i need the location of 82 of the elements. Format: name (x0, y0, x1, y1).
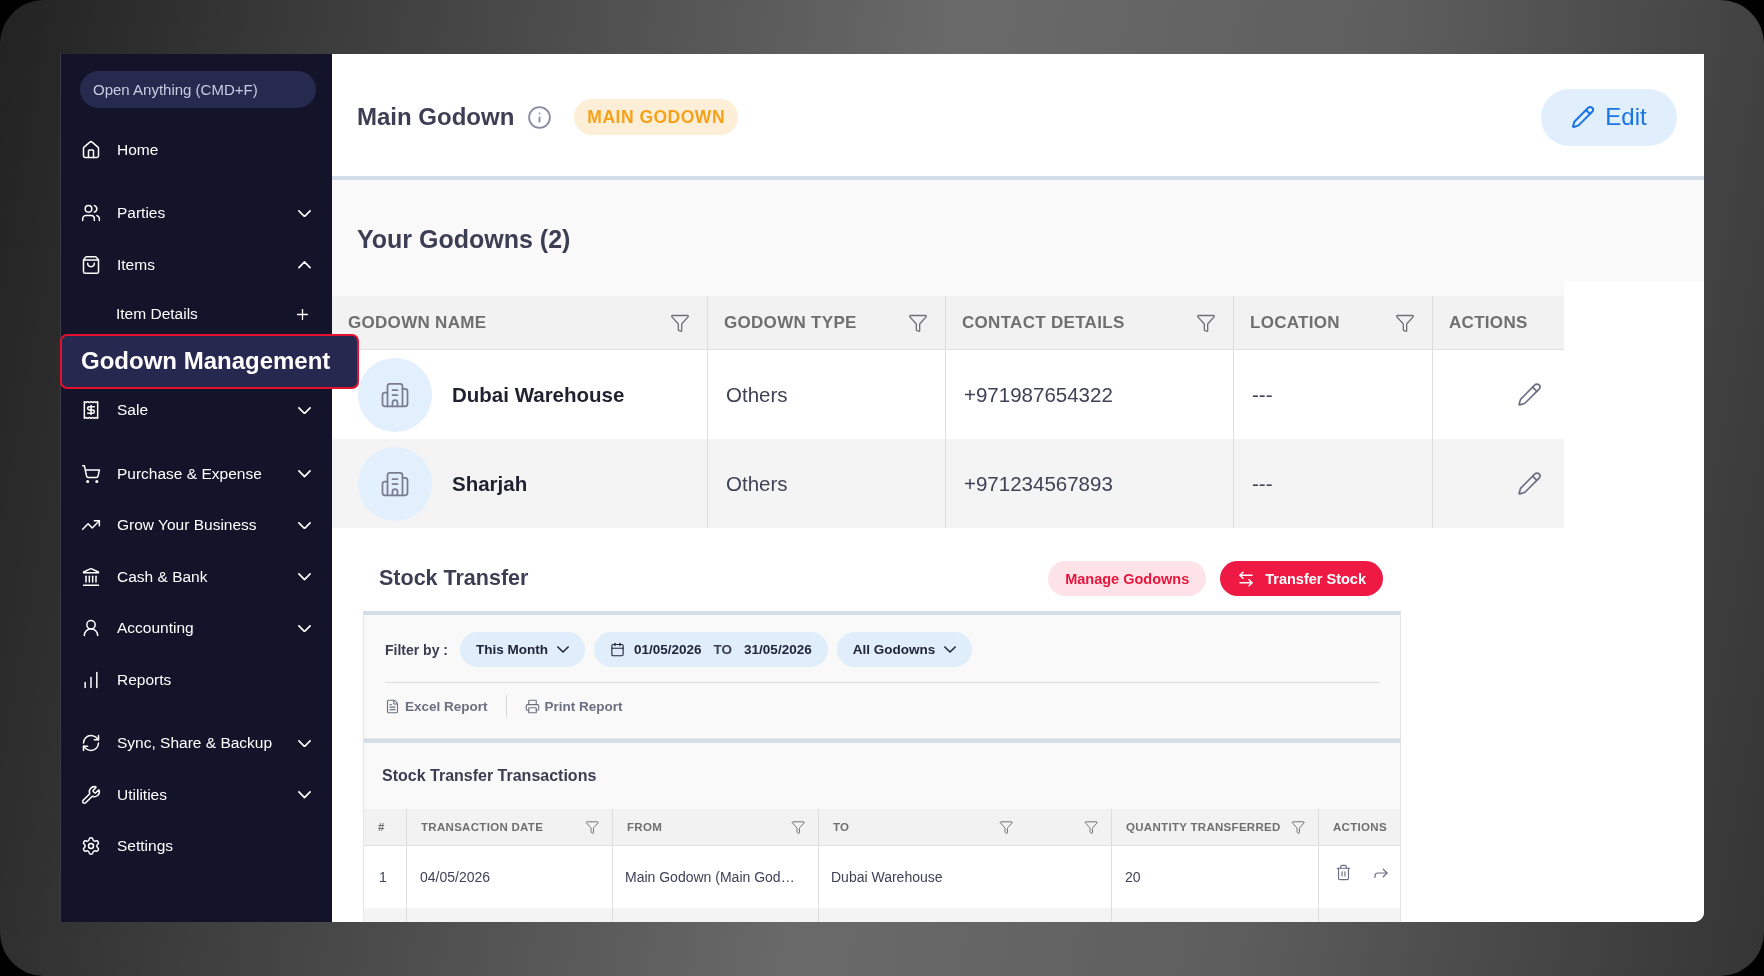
person-icon (81, 618, 101, 639)
search-field[interactable]: Open Anything (CMD+F) (80, 71, 316, 108)
wrench-icon (81, 784, 101, 805)
bag-icon (81, 254, 101, 275)
info-icon[interactable] (527, 104, 553, 130)
table-cell-text: 1 (378, 869, 387, 885)
report-link[interactable]: Print Report (524, 698, 623, 714)
calendar-icon (610, 642, 625, 657)
home-icon (81, 139, 101, 160)
filter-icon[interactable] (670, 312, 690, 333)
filter-icon[interactable] (1395, 312, 1415, 333)
column-header: LOCATION (1250, 312, 1340, 333)
sidebar-item[interactable]: Grow Your Business (80, 499, 315, 551)
filter-icon[interactable] (1290, 819, 1305, 835)
pencil-icon (1571, 105, 1596, 129)
edit-button[interactable]: Edit (1541, 88, 1677, 146)
sidebar-item[interactable]: Settings (80, 820, 315, 872)
sidebar-item[interactable]: Godown Management (60, 333, 359, 389)
transfer-button[interactable]: Transfer Stock (1220, 561, 1383, 596)
chevron-icon (557, 646, 569, 653)
pencil-icon[interactable] (1517, 382, 1542, 407)
godown-name: Dubai Warehouse (451, 382, 625, 407)
column-header: ACTIONS (1333, 821, 1387, 833)
sidebar-item[interactable]: Parties (80, 187, 315, 239)
table-cell-text: 20 (1124, 869, 1141, 885)
document-icon (385, 698, 400, 714)
page-title: Main Godown (357, 103, 515, 131)
bank-icon (81, 566, 101, 587)
godown-name: Sharjah (451, 471, 528, 496)
filter-icon[interactable] (1083, 819, 1098, 835)
sidebar-item[interactable]: Home (80, 124, 315, 176)
filter-icon[interactable] (998, 819, 1013, 835)
sidebar-item[interactable]: Reports (80, 654, 315, 706)
bar-chart-icon (81, 669, 101, 690)
sidebar-item[interactable]: Sync, Share & Backup (80, 717, 315, 769)
column-header: QUANTITY TRANSFERRED (1126, 821, 1281, 833)
column-header: TRANSACTION DATE (421, 821, 544, 833)
table-cell-text: --- (1251, 471, 1273, 496)
table-cell-text: Others (725, 471, 788, 496)
column-header: TO (833, 821, 850, 833)
godown-badge: MAIN GODOWN (574, 99, 739, 135)
section-title: Your Godowns (2) (357, 225, 571, 254)
column-header: CONTACT DETAILS (962, 312, 1125, 333)
sidebar-item[interactable]: Cash & Bank (80, 551, 315, 603)
sync-icon (81, 733, 101, 754)
table-cell-text: +971234567893 (963, 471, 1113, 496)
column-header: ACTIONS (1449, 312, 1528, 333)
swap-arrows-icon (1237, 569, 1256, 588)
table-title: Stock Transfer Transactions (382, 767, 597, 785)
people-icon (81, 203, 101, 224)
table-cell-text: Main Godown (Main God… (624, 869, 795, 885)
chevron-icon (944, 646, 957, 653)
dropdown-button[interactable]: This Month (460, 632, 585, 667)
table-cell-text: --- (1251, 382, 1273, 407)
sidebar-item[interactable]: Accounting (80, 602, 315, 654)
settings-icon (81, 836, 101, 857)
receipt-icon (81, 400, 101, 421)
pencil-icon[interactable] (1517, 471, 1542, 496)
column-header: FROM (627, 821, 663, 833)
filter-icon[interactable] (584, 819, 599, 835)
table-cell-text: +971987654322 (963, 382, 1113, 407)
column-header: GODOWN NAME (348, 312, 487, 333)
filter-icon[interactable] (1196, 312, 1216, 333)
table-cell-text: 04/05/2026 (419, 869, 491, 885)
section-title: Stock Transfer (379, 566, 529, 591)
table-cell-text: Others (725, 382, 788, 407)
sidebar-item[interactable]: Utilities (80, 769, 315, 821)
trash-icon[interactable] (1335, 864, 1352, 881)
column-header: GODOWN TYPE (724, 312, 857, 333)
table-cell-text: Dubai Warehouse (830, 869, 943, 885)
cart-icon (81, 463, 101, 484)
sidebar-item[interactable]: Purchase & Expense (80, 448, 315, 500)
filter-icon[interactable] (790, 819, 805, 835)
dropdown-button[interactable]: All Godowns (836, 632, 973, 667)
printer-icon (524, 698, 540, 714)
manage-button[interactable]: Manage Godowns (1048, 561, 1207, 596)
date-range-button[interactable]: 01/05/2026 TO 31/05/2026 (594, 632, 828, 667)
sidebar-item[interactable]: Items (80, 239, 315, 291)
column-header: # (378, 821, 385, 833)
filter-icon[interactable] (908, 312, 928, 333)
report-link[interactable]: Excel Report (385, 698, 488, 714)
filter-label: Filter by : (385, 641, 448, 658)
